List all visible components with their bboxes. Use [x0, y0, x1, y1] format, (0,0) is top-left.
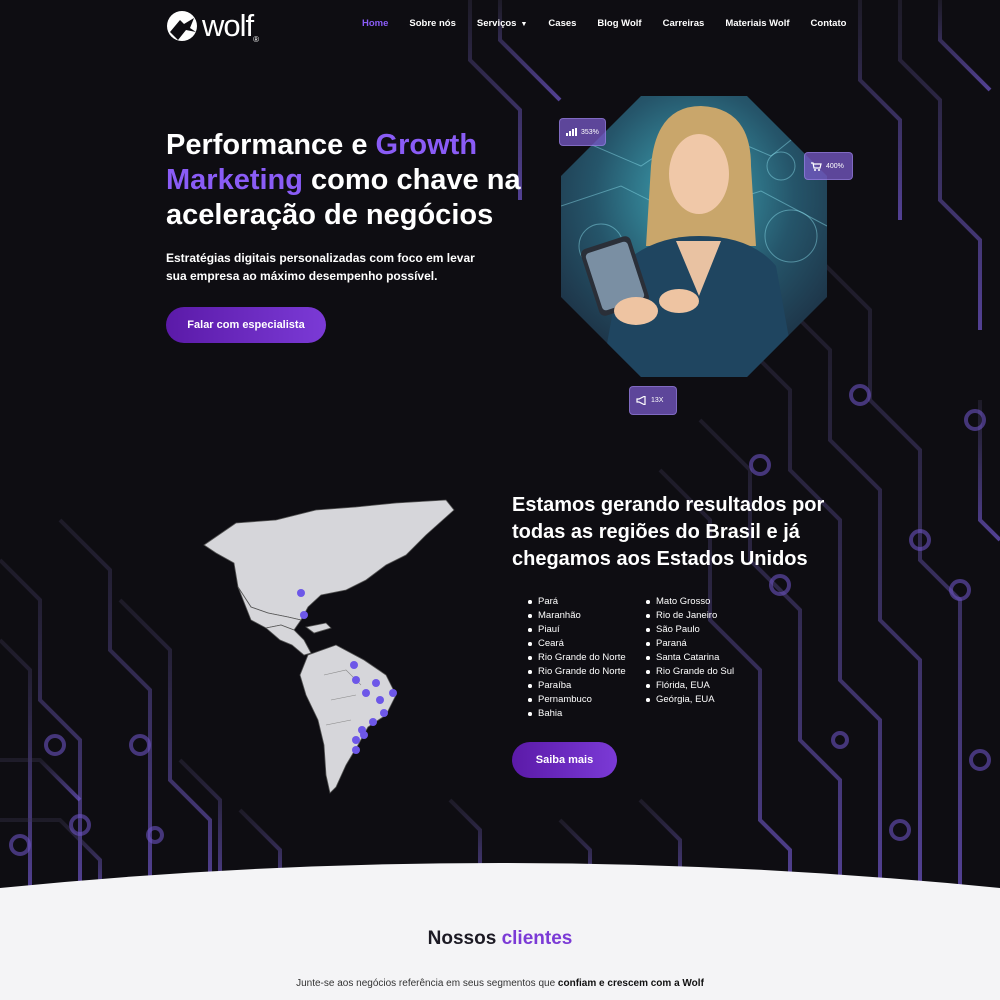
nav-materiais-wolf[interactable]: Materiais Wolf: [725, 18, 789, 29]
nav-blog-wolf[interactable]: Blog Wolf: [597, 18, 641, 29]
nav-contato[interactable]: Contato: [811, 18, 847, 29]
list-item: São Paulo: [644, 623, 734, 637]
stat-badge-353: 353%: [559, 118, 606, 146]
megaphone-icon: [636, 396, 646, 405]
nav-menu: Home Sobre nós Serviços ▼ Cases Blog Wolf…: [362, 18, 867, 29]
list-item: Rio de Janeiro: [644, 609, 734, 623]
list-item: Rio Grande do Norte: [526, 651, 626, 665]
list-item: Maranhão: [526, 609, 626, 623]
list-item: Piauí: [526, 623, 626, 637]
list-item: Pará: [526, 595, 626, 609]
shopping-cart-icon: [811, 161, 822, 171]
learn-more-button[interactable]: Saiba mais: [512, 742, 617, 778]
nav-home[interactable]: Home: [362, 18, 388, 29]
stat-badge-13x: 13X: [629, 386, 677, 415]
wolf-head-icon: [167, 11, 197, 41]
list-item: Paraná: [644, 637, 734, 651]
nav-cases[interactable]: Cases: [548, 18, 576, 29]
list-item: Geórgia, EUA: [644, 693, 734, 707]
list-item: Rio Grande do Norte: [526, 665, 626, 679]
list-item: Paraíba: [526, 679, 626, 693]
list-item: Pernambuco: [526, 693, 626, 707]
bar-chart-icon: [566, 128, 577, 136]
list-item: Mato Grosso: [644, 595, 734, 609]
clients-heading: Nossos clientes: [427, 928, 573, 949]
nav-servicos[interactable]: Serviços ▼: [477, 18, 528, 29]
chevron-down-icon: ▼: [520, 21, 528, 28]
hero-subtitle: Estratégias digitais personalizadas com …: [166, 251, 475, 283]
clients-subtitle: Junte-se aos negócios referência em seus…: [296, 978, 704, 989]
regions-list-left: Pará Maranhão Piauí Ceará Rio Grande do …: [526, 595, 626, 721]
top-navbar: wolf® Home Sobre nós Serviços ▼ Cases Blo…: [0, 0, 1000, 48]
list-item: Rio Grande do Sul: [644, 665, 734, 679]
list-item: Ceará: [526, 637, 626, 651]
stat-badge-400: 400%: [804, 152, 853, 180]
talk-to-specialist-button[interactable]: Falar com especialista: [166, 307, 326, 343]
logo-text: wolf®: [202, 8, 259, 44]
list-item: Bahia: [526, 707, 626, 721]
list-item: Flórida, EUA: [644, 679, 734, 693]
hero-title: Performance e Growth Marketing como chav…: [166, 129, 521, 231]
nav-carreiras[interactable]: Carreiras: [663, 18, 705, 29]
americas-map: [203, 499, 455, 794]
nav-sobre-nos[interactable]: Sobre nós: [409, 18, 455, 29]
regions-list-right: Mato Grosso Rio de Janeiro São Paulo Par…: [644, 595, 734, 707]
list-item: Santa Catarina: [644, 651, 734, 665]
wolf-logo[interactable]: wolf®: [166, 8, 259, 44]
results-heading: Estamos gerando resultados por todas as …: [512, 494, 825, 570]
